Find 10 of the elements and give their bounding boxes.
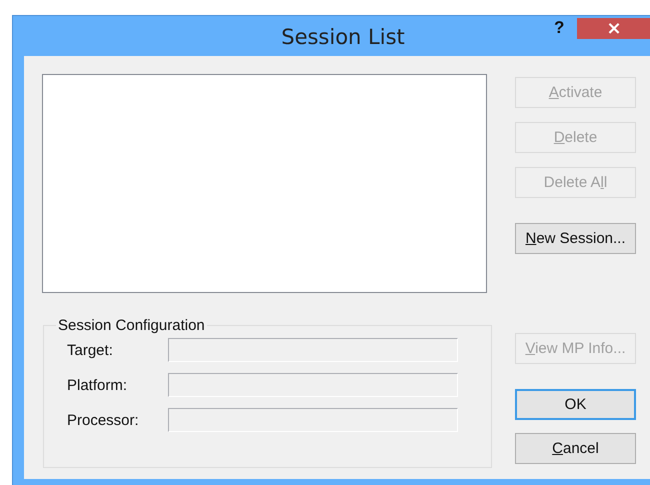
dialog-button[interactable]: New Session... [515,223,636,254]
field-label: Target: [67,342,114,358]
help-button[interactable]: ? [554,18,564,38]
field-label: Platform: [67,376,128,394]
group-title: Session Configuration [57,317,206,334]
dialog-button[interactable]: OK [515,389,636,420]
window-title: Session List [281,24,405,49]
field-label: Processor: [67,412,140,428]
close-button[interactable]: × [577,18,650,39]
dialog-button[interactable]: Cancel [515,433,636,464]
